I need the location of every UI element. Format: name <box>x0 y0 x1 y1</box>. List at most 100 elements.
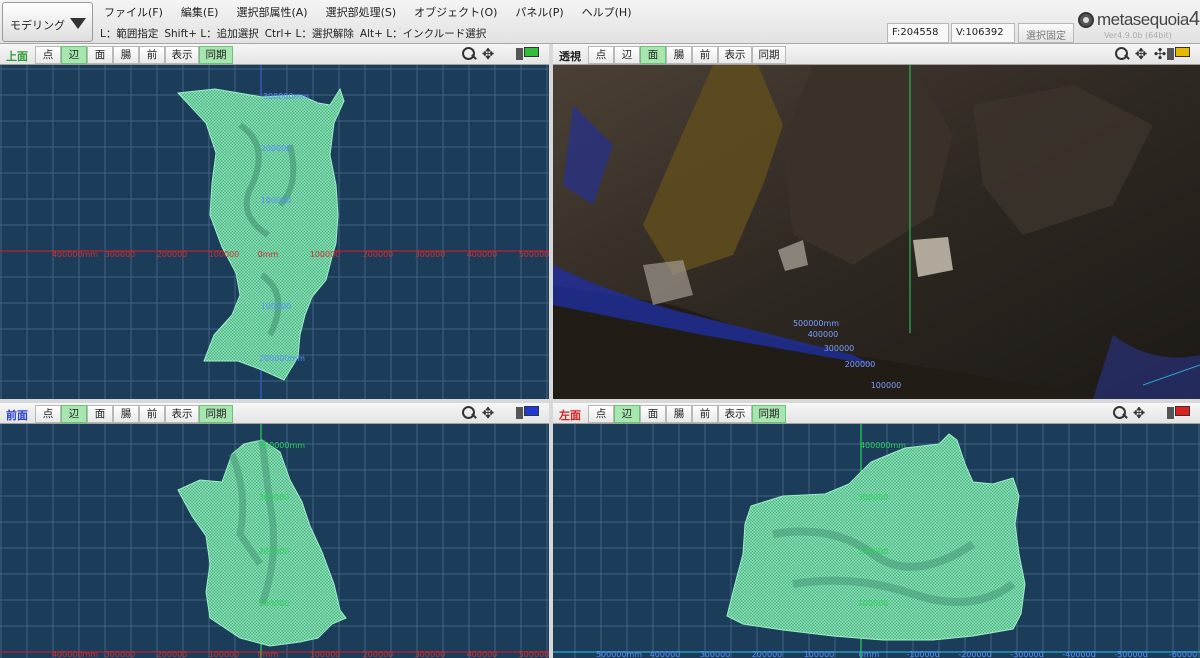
display-monitor-icon[interactable] <box>516 47 539 60</box>
viewport-title: 透視 <box>559 50 581 63</box>
zoom-icon[interactable] <box>461 46 477 62</box>
depth-tick-label: 300000 <box>824 344 855 353</box>
view-vertex-button[interactable]: 点 <box>35 46 61 64</box>
pan-icon[interactable]: ✥ <box>1133 46 1149 62</box>
y-axis-tick-label: 100000 <box>261 196 292 205</box>
view-display-button[interactable]: 表示 <box>718 405 752 423</box>
view-display-button[interactable]: 表示 <box>165 46 199 64</box>
viewport-left[interactable]: 左面点辺面腸前表示 同期 ✥ 500000mm 400000 300000 200000 10… <box>553 403 1200 658</box>
depth-tick-label: 400000 <box>808 330 839 339</box>
view-edge-button[interactable]: 辺 <box>614 46 640 64</box>
viewport-perspective[interactable]: 透視点辺面腸前表示 同期 ✥ ✣ 500000mm 400000 300000 200000 1… <box>553 44 1200 399</box>
left-view-canvas[interactable]: 500000mm 400000 300000 200000 100000 0mm -1000… <box>553 424 1200 658</box>
view-front-button[interactable]: 前 <box>139 405 165 423</box>
x-axis-tick-label: 400000mm <box>52 650 98 658</box>
menu-panel[interactable]: パネル(P) <box>511 4 569 20</box>
chevron-down-icon <box>70 18 86 29</box>
menu-help[interactable]: ヘルプ(H) <box>578 4 638 20</box>
view-cut-button[interactable]: 腸 <box>666 405 692 423</box>
y-axis-tick-label: 300000 <box>259 493 290 502</box>
x-axis-tick-label: -500000 <box>1114 650 1147 658</box>
view-cut-button[interactable]: 腸 <box>666 46 692 64</box>
display-monitor-icon[interactable] <box>1167 47 1190 60</box>
top-view-canvas[interactable]: 400000mm 300000 200000 100000 0mm 100000 20000… <box>0 65 549 399</box>
y-axis-tick-label: 200000 <box>259 547 290 556</box>
view-display-button[interactable]: 表示 <box>718 46 752 64</box>
zoom-icon[interactable] <box>1112 405 1128 421</box>
menu-object[interactable]: オブジェクト(O) <box>410 4 503 20</box>
view-vertex-button[interactable]: 点 <box>35 405 61 423</box>
view-face-button[interactable]: 面 <box>640 46 666 64</box>
logo-text: metasequoia4 <box>1097 8 1200 30</box>
x-axis-tick-label: 300000 <box>415 250 446 259</box>
face-count: F:204558 <box>887 23 949 43</box>
view-face-button[interactable]: 面 <box>87 46 113 64</box>
view-edge-button[interactable]: 辺 <box>61 405 87 423</box>
persp-viewport-header: 透視点辺面腸前表示 同期 ✥ ✣ <box>553 44 1200 65</box>
x-axis-tick-label: -200000 <box>958 650 991 658</box>
rotate-icon[interactable]: ✣ <box>1152 46 1168 62</box>
view-sync-button[interactable]: 同期 <box>199 405 233 423</box>
highlight-block <box>913 237 953 277</box>
view-sync-button[interactable]: 同期 <box>752 405 786 423</box>
x-axis-tick-label: 200000 <box>157 650 188 658</box>
y-axis-tick-label: 100000 <box>259 599 290 608</box>
x-axis-tick-label: 500000 <box>519 250 549 259</box>
pan-icon[interactable]: ✥ <box>480 46 496 62</box>
view-edge-button[interactable]: 辺 <box>61 46 87 64</box>
view-display-button[interactable]: 表示 <box>165 405 199 423</box>
depth-tick-label: 100000 <box>871 381 902 390</box>
hint-include: Alt+ L：インクルード選択 <box>359 28 487 40</box>
x-axis-tick-label: 400000 <box>467 250 498 259</box>
view-face-button[interactable]: 面 <box>87 405 113 423</box>
x-axis-tick-label: -100000 <box>906 650 939 658</box>
view-sync-button[interactable]: 同期 <box>199 46 233 64</box>
x-axis-tick-label: 300000 <box>105 650 136 658</box>
view-face-button[interactable]: 面 <box>640 405 666 423</box>
view-front-button[interactable]: 前 <box>692 46 718 64</box>
x-axis-tick-label: 400000 <box>650 650 681 658</box>
view-edge-button[interactable]: 辺 <box>614 405 640 423</box>
menu-file[interactable]: ファイル(F) <box>100 4 169 20</box>
perspective-render[interactable]: 500000mm 400000 300000 200000 100000 <box>553 65 1200 399</box>
x-axis-tick-label: 300000 <box>700 650 731 658</box>
hint-deselect: Ctrl+ L：選択解除 <box>264 28 354 40</box>
viewport-top[interactable]: 上面点辺面腸前表示 同期 ✥ 400000mm 300000 200000 100000 0m… <box>0 44 549 399</box>
app-logo: metasequoia4 Ver4.9.0b (64bit) <box>1078 8 1200 44</box>
y-axis-tick-label: 200000 <box>261 144 292 153</box>
hint-range: L：範囲指定 <box>100 28 159 40</box>
view-vertex-button[interactable]: 点 <box>588 46 614 64</box>
display-monitor-icon[interactable] <box>516 406 539 419</box>
view-vertex-button[interactable]: 点 <box>588 405 614 423</box>
mesh-object[interactable] <box>176 87 345 381</box>
pan-icon[interactable]: ✥ <box>480 405 496 421</box>
display-monitor-icon[interactable] <box>1167 406 1190 419</box>
zoom-icon[interactable] <box>461 405 477 421</box>
viewport-title: 前面 <box>6 409 28 422</box>
mode-selector[interactable]: モデリング <box>2 2 93 42</box>
front-view-canvas[interactable]: 400000mm 300000 200000 100000 0mm 100000 20000… <box>0 424 549 658</box>
view-front-button[interactable]: 前 <box>692 405 718 423</box>
rock-mesh[interactable] <box>553 65 1200 399</box>
zoom-icon[interactable] <box>1114 46 1130 62</box>
menu-selection-process[interactable]: 選択部処理(S) <box>322 4 403 20</box>
x-axis-tick-label: 500000mm <box>596 650 642 658</box>
view-cut-button[interactable]: 腸 <box>113 405 139 423</box>
pan-icon[interactable]: ✥ <box>1131 405 1147 421</box>
x-axis-tick-label: -60000 <box>1169 650 1197 658</box>
y-axis-tick-label: 100000 <box>261 302 292 311</box>
view-cut-button[interactable]: 腸 <box>113 46 139 64</box>
top-viewport-header: 上面点辺面腸前表示 同期 ✥ <box>0 44 549 65</box>
menu-selection-attribute[interactable]: 選択部属性(A) <box>232 4 313 20</box>
view-front-button[interactable]: 前 <box>139 46 165 64</box>
x-axis-tick-label: 0mm <box>859 650 880 658</box>
menu-edit[interactable]: 編集(E) <box>177 4 225 20</box>
view-sync-button[interactable]: 同期 <box>752 46 786 64</box>
mesh-object[interactable] <box>726 433 1026 641</box>
selection-lock-button[interactable]: 選択固定 <box>1018 23 1074 43</box>
y-axis-tick-label: 200000mm <box>259 354 305 363</box>
x-axis-tick-label: 100000 <box>310 650 341 658</box>
mode-label: モデリング <box>10 19 65 32</box>
viewport-front[interactable]: 前面点辺面腸前表示 同期 ✥ 400000mm 300000 200000 100000 0m… <box>0 403 549 658</box>
mesh-object[interactable] <box>177 439 347 647</box>
